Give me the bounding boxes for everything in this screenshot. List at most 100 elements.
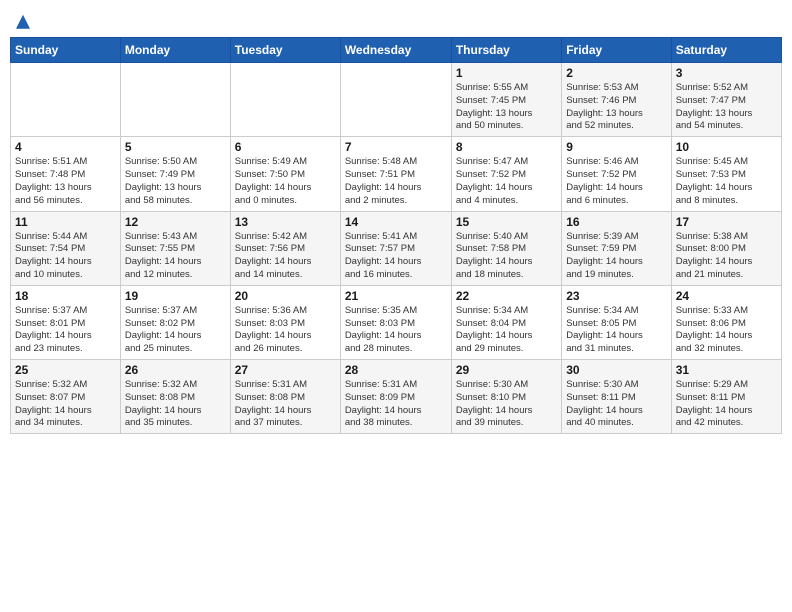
day-number: 20 (235, 289, 336, 303)
day-info: Sunrise: 5:34 AM Sunset: 8:04 PM Dayligh… (456, 305, 557, 356)
calendar-cell: 7 Sunrise: 5:48 AM Sunset: 7:51 PM Daylig… (340, 137, 451, 211)
day-number: 13 (235, 215, 336, 229)
weekday-header-monday: Monday (120, 38, 230, 63)
day-info: Sunrise: 5:41 AM Sunset: 7:57 PM Dayligh… (345, 231, 447, 282)
day-info: Sunrise: 5:51 AM Sunset: 7:48 PM Dayligh… (15, 156, 116, 207)
day-number: 1 (456, 66, 557, 80)
calendar-cell: 12 Sunrise: 5:43 AM Sunset: 7:55 PM Dayli… (120, 211, 230, 285)
day-info: Sunrise: 5:32 AM Sunset: 8:07 PM Dayligh… (15, 379, 116, 430)
calendar-cell: 29 Sunrise: 5:30 AM Sunset: 8:10 PM Dayli… (451, 360, 561, 434)
day-info: Sunrise: 5:30 AM Sunset: 8:11 PM Dayligh… (566, 379, 666, 430)
day-number: 10 (676, 140, 777, 154)
calendar-cell: 28 Sunrise: 5:31 AM Sunset: 8:09 PM Dayli… (340, 360, 451, 434)
calendar-cell: 17 Sunrise: 5:38 AM Sunset: 8:00 PM Dayli… (671, 211, 781, 285)
calendar-cell: 13 Sunrise: 5:42 AM Sunset: 7:56 PM Dayli… (230, 211, 340, 285)
calendar-cell: 24 Sunrise: 5:33 AM Sunset: 8:06 PM Dayli… (671, 285, 781, 359)
weekday-header-thursday: Thursday (451, 38, 561, 63)
header (10, 10, 782, 31)
calendar-cell (11, 63, 121, 137)
day-number: 30 (566, 363, 666, 377)
day-number: 14 (345, 215, 447, 229)
day-number: 28 (345, 363, 447, 377)
calendar-cell: 8 Sunrise: 5:47 AM Sunset: 7:52 PM Daylig… (451, 137, 561, 211)
day-number: 6 (235, 140, 336, 154)
calendar-cell: 18 Sunrise: 5:37 AM Sunset: 8:01 PM Dayli… (11, 285, 121, 359)
calendar-cell: 25 Sunrise: 5:32 AM Sunset: 8:07 PM Dayli… (11, 360, 121, 434)
day-number: 4 (15, 140, 116, 154)
day-info: Sunrise: 5:37 AM Sunset: 8:02 PM Dayligh… (125, 305, 226, 356)
calendar-cell: 27 Sunrise: 5:31 AM Sunset: 8:08 PM Dayli… (230, 360, 340, 434)
day-info: Sunrise: 5:44 AM Sunset: 7:54 PM Dayligh… (15, 231, 116, 282)
day-number: 5 (125, 140, 226, 154)
day-number: 18 (15, 289, 116, 303)
day-info: Sunrise: 5:31 AM Sunset: 8:08 PM Dayligh… (235, 379, 336, 430)
calendar-cell: 16 Sunrise: 5:39 AM Sunset: 7:59 PM Dayli… (562, 211, 671, 285)
day-info: Sunrise: 5:52 AM Sunset: 7:47 PM Dayligh… (676, 82, 777, 133)
day-info: Sunrise: 5:47 AM Sunset: 7:52 PM Dayligh… (456, 156, 557, 207)
day-info: Sunrise: 5:48 AM Sunset: 7:51 PM Dayligh… (345, 156, 447, 207)
calendar-table: SundayMondayTuesdayWednesdayThursdayFrid… (10, 37, 782, 434)
day-info: Sunrise: 5:55 AM Sunset: 7:45 PM Dayligh… (456, 82, 557, 133)
calendar-cell (120, 63, 230, 137)
weekday-header-wednesday: Wednesday (340, 38, 451, 63)
day-info: Sunrise: 5:34 AM Sunset: 8:05 PM Dayligh… (566, 305, 666, 356)
day-number: 26 (125, 363, 226, 377)
logo (14, 10, 30, 31)
day-info: Sunrise: 5:40 AM Sunset: 7:58 PM Dayligh… (456, 231, 557, 282)
day-number: 24 (676, 289, 777, 303)
calendar-cell: 10 Sunrise: 5:45 AM Sunset: 7:53 PM Dayli… (671, 137, 781, 211)
calendar-cell: 14 Sunrise: 5:41 AM Sunset: 7:57 PM Dayli… (340, 211, 451, 285)
day-number: 19 (125, 289, 226, 303)
day-number: 12 (125, 215, 226, 229)
day-info: Sunrise: 5:39 AM Sunset: 7:59 PM Dayligh… (566, 231, 666, 282)
day-number: 8 (456, 140, 557, 154)
calendar-cell (230, 63, 340, 137)
day-info: Sunrise: 5:46 AM Sunset: 7:52 PM Dayligh… (566, 156, 666, 207)
day-info: Sunrise: 5:32 AM Sunset: 8:08 PM Dayligh… (125, 379, 226, 430)
day-number: 29 (456, 363, 557, 377)
day-info: Sunrise: 5:37 AM Sunset: 8:01 PM Dayligh… (15, 305, 116, 356)
calendar-cell: 3 Sunrise: 5:52 AM Sunset: 7:47 PM Daylig… (671, 63, 781, 137)
calendar-cell: 19 Sunrise: 5:37 AM Sunset: 8:02 PM Dayli… (120, 285, 230, 359)
calendar-cell: 1 Sunrise: 5:55 AM Sunset: 7:45 PM Daylig… (451, 63, 561, 137)
day-number: 15 (456, 215, 557, 229)
day-number: 3 (676, 66, 777, 80)
calendar-cell: 9Sunrise: 5:46 AM Sunset: 7:52 PM Daylig… (562, 137, 671, 211)
day-info: Sunrise: 5:30 AM Sunset: 8:10 PM Dayligh… (456, 379, 557, 430)
calendar-cell: 20Sunrise: 5:36 AM Sunset: 8:03 PM Dayli… (230, 285, 340, 359)
day-info: Sunrise: 5:42 AM Sunset: 7:56 PM Dayligh… (235, 231, 336, 282)
day-info: Sunrise: 5:31 AM Sunset: 8:09 PM Dayligh… (345, 379, 447, 430)
day-info: Sunrise: 5:53 AM Sunset: 7:46 PM Dayligh… (566, 82, 666, 133)
day-info: Sunrise: 5:50 AM Sunset: 7:49 PM Dayligh… (125, 156, 226, 207)
calendar-cell: 30 Sunrise: 5:30 AM Sunset: 8:11 PM Dayli… (562, 360, 671, 434)
calendar-cell: 11 Sunrise: 5:44 AM Sunset: 7:54 PM Dayli… (11, 211, 121, 285)
day-number: 11 (15, 215, 116, 229)
calendar-cell: 22Sunrise: 5:34 AM Sunset: 8:04 PM Dayli… (451, 285, 561, 359)
day-info: Sunrise: 5:33 AM Sunset: 8:06 PM Dayligh… (676, 305, 777, 356)
calendar-cell: 31 Sunrise: 5:29 AM Sunset: 8:11 PM Dayli… (671, 360, 781, 434)
day-number: 16 (566, 215, 666, 229)
day-info: Sunrise: 5:45 AM Sunset: 7:53 PM Dayligh… (676, 156, 777, 207)
calendar-cell (340, 63, 451, 137)
day-number: 7 (345, 140, 447, 154)
day-number: 23 (566, 289, 666, 303)
day-number: 27 (235, 363, 336, 377)
logo-triangle-icon (16, 15, 30, 29)
day-number: 31 (676, 363, 777, 377)
calendar-cell: 21Sunrise: 5:35 AM Sunset: 8:03 PM Dayli… (340, 285, 451, 359)
calendar-cell: 23 Sunrise: 5:34 AM Sunset: 8:05 PM Dayli… (562, 285, 671, 359)
weekday-header-friday: Friday (562, 38, 671, 63)
day-info: Sunrise: 5:38 AM Sunset: 8:00 PM Dayligh… (676, 231, 777, 282)
weekday-header-tuesday: Tuesday (230, 38, 340, 63)
weekday-header-sunday: Sunday (11, 38, 121, 63)
day-info: Sunrise: 5:29 AM Sunset: 8:11 PM Dayligh… (676, 379, 777, 430)
day-number: 21 (345, 289, 447, 303)
calendar-cell: 6Sunrise: 5:49 AM Sunset: 7:50 PM Daylig… (230, 137, 340, 211)
day-number: 25 (15, 363, 116, 377)
day-number: 17 (676, 215, 777, 229)
day-number: 2 (566, 66, 666, 80)
calendar-cell: 2 Sunrise: 5:53 AM Sunset: 7:46 PM Daylig… (562, 63, 671, 137)
day-info: Sunrise: 5:43 AM Sunset: 7:55 PM Dayligh… (125, 231, 226, 282)
weekday-header-saturday: Saturday (671, 38, 781, 63)
calendar-cell: 15 Sunrise: 5:40 AM Sunset: 7:58 PM Dayli… (451, 211, 561, 285)
